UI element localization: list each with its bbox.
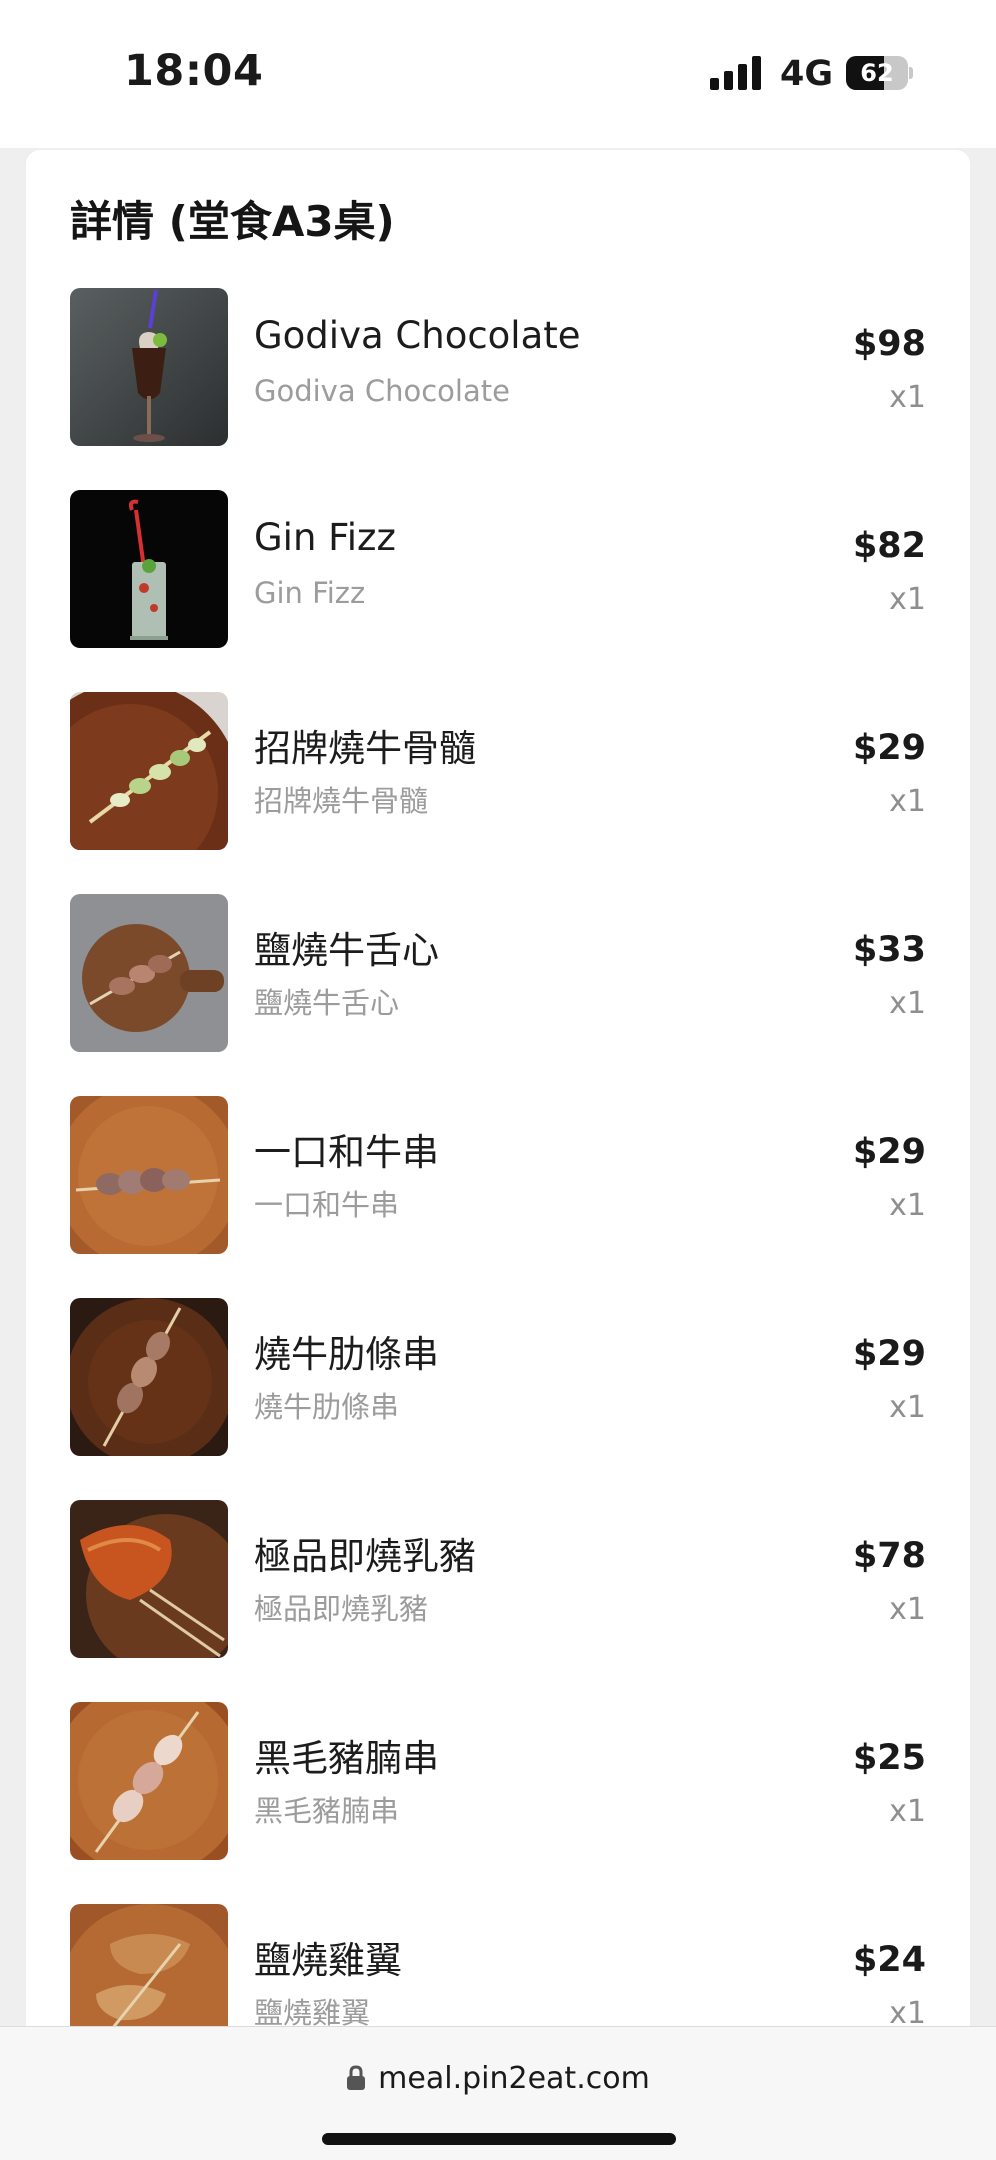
battery-level: 62	[860, 59, 894, 87]
roast-suckling-pig-photo	[70, 1500, 228, 1658]
item-subtitle: Gin Fizz	[254, 576, 366, 610]
status-time: 18:04	[124, 46, 264, 96]
item-price: $25	[852, 1738, 926, 1778]
wagyu-skewer-photo	[70, 1096, 228, 1254]
item-price: $78	[852, 1536, 926, 1576]
item-subtitle: 極品即燒乳豬	[254, 1592, 429, 1626]
signal-strength-icon	[710, 56, 761, 90]
item-price: $29	[852, 1132, 926, 1172]
item-price: $29	[852, 1334, 926, 1374]
order-item[interactable]: 一口和牛串 一口和牛串 $29 x1	[70, 1096, 926, 1254]
order-item[interactable]: 燒牛肋條串 燒牛肋條串 $29 x1	[70, 1298, 926, 1456]
bone-marrow-skewer-photo	[70, 692, 228, 850]
order-item[interactable]: Godiva Chocolate Godiva Chocolate $98 x1	[70, 288, 926, 446]
battery-icon: 62	[846, 56, 913, 90]
chocolate-drink-photo	[70, 288, 228, 446]
item-name: 極品即燒乳豬	[254, 1535, 476, 1578]
item-name: Gin Fizz	[254, 516, 396, 559]
item-quantity: x1	[889, 784, 926, 819]
item-name: 鹽燒雞翼	[254, 1939, 402, 1982]
item-quantity: x1	[889, 1188, 926, 1223]
order-detail-card: 詳情 (堂食A3桌) Godiva Chocolate Godiva Choco…	[26, 150, 970, 2030]
beef-tongue-skewer-photo	[70, 894, 228, 1052]
chicken-wing-photo	[70, 1904, 228, 2030]
item-name: Godiva Chocolate	[254, 314, 581, 357]
browser-address-bar: meal.pin2eat.com	[0, 2026, 996, 2160]
order-item[interactable]: 黑毛豬腩串 黑毛豬腩串 $25 x1	[70, 1702, 926, 1860]
item-subtitle: Godiva Chocolate	[254, 374, 510, 408]
item-name: 招牌燒牛骨髓	[254, 727, 476, 770]
lock-icon	[347, 2065, 366, 2090]
gin-fizz-photo	[70, 490, 228, 648]
status-bar: 18:04 4G 62	[0, 0, 996, 148]
item-subtitle: 燒牛肋條串	[254, 1390, 400, 1424]
item-quantity: x1	[889, 582, 926, 617]
item-price: $82	[852, 526, 926, 566]
order-item[interactable]: 鹽燒雞翼 鹽燒雞翼 $24 x1	[70, 1904, 926, 2030]
network-type: 4G	[780, 54, 834, 94]
beef-rib-skewer-photo	[70, 1298, 228, 1456]
item-name: 燒牛肋條串	[254, 1333, 439, 1376]
item-name: 黑毛豬腩串	[254, 1737, 439, 1780]
page-title: 詳情 (堂食A3桌)	[70, 197, 395, 246]
item-subtitle: 鹽燒牛舌心	[254, 986, 400, 1020]
order-item[interactable]: Gin Fizz Gin Fizz $82 x1	[70, 490, 926, 648]
item-quantity: x1	[889, 1794, 926, 1829]
item-subtitle: 鹽燒雞翼	[254, 1996, 371, 2030]
item-name: 鹽燒牛舌心	[254, 929, 439, 972]
item-price: $98	[852, 324, 926, 364]
item-price: $29	[852, 728, 926, 768]
item-subtitle: 黑毛豬腩串	[254, 1794, 400, 1828]
order-item[interactable]: 招牌燒牛骨髓 招牌燒牛骨髓 $29 x1	[70, 692, 926, 850]
item-price: $24	[852, 1940, 926, 1980]
item-name: 一口和牛串	[254, 1131, 439, 1174]
order-item[interactable]: 鹽燒牛舌心 鹽燒牛舌心 $33 x1	[70, 894, 926, 1052]
item-quantity: x1	[889, 1996, 926, 2030]
item-quantity: x1	[889, 1592, 926, 1627]
item-subtitle: 一口和牛串	[254, 1188, 400, 1222]
item-quantity: x1	[889, 986, 926, 1021]
item-quantity: x1	[889, 380, 926, 415]
item-price: $33	[852, 930, 926, 970]
item-quantity: x1	[889, 1390, 926, 1425]
order-item[interactable]: 極品即燒乳豬 極品即燒乳豬 $78 x1	[70, 1500, 926, 1658]
url-field[interactable]: meal.pin2eat.com	[0, 2061, 996, 2096]
url-text: meal.pin2eat.com	[378, 2061, 650, 2096]
home-indicator[interactable]	[322, 2133, 676, 2145]
item-subtitle: 招牌燒牛骨髓	[254, 784, 429, 818]
pork-belly-skewer-photo	[70, 1702, 228, 1860]
